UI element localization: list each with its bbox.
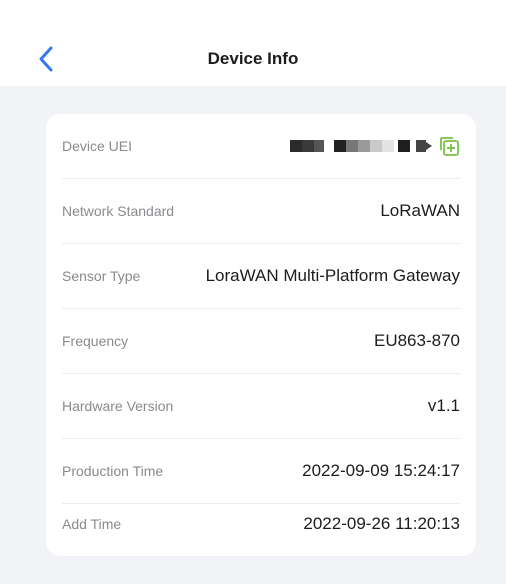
row-device-uei: Device UEI xyxy=(62,114,460,178)
add-time-value: 2022-09-26 11:20:13 xyxy=(303,514,460,533)
page-title: Device Info xyxy=(207,49,299,68)
device-uei-label: Device UEI xyxy=(62,138,133,154)
sensor-type-label: Sensor Type xyxy=(62,268,141,284)
frequency-label: Frequency xyxy=(62,333,129,349)
row-frequency: Frequency EU863-870 xyxy=(62,309,460,373)
frequency-value: EU863-870 xyxy=(373,331,460,350)
row-sensor-type: Sensor Type LoraWAN Multi-Platform Gatew… xyxy=(62,244,460,308)
device-uei-value-masked xyxy=(290,138,432,154)
copy-icon[interactable] xyxy=(438,135,460,157)
content-area: Device UEI Network Standard LoRaWAN Sens… xyxy=(0,86,506,584)
nav-header: Device Info xyxy=(0,0,506,86)
production-time-label: Production Time xyxy=(62,463,164,479)
hardware-version-label: Hardware Version xyxy=(62,398,174,414)
network-standard-label: Network Standard xyxy=(62,203,175,219)
add-time-label: Add Time xyxy=(62,516,122,532)
network-standard-value: LoRaWAN xyxy=(380,201,460,220)
sensor-type-value: LoraWAN Multi-Platform Gateway xyxy=(205,266,460,285)
row-hardware-version: Hardware Version v1.1 xyxy=(62,374,460,438)
device-info-card: Device UEI Network Standard LoRaWAN Sens… xyxy=(46,114,476,556)
hardware-version-value: v1.1 xyxy=(427,396,460,415)
row-network-standard: Network Standard LoRaWAN xyxy=(62,179,460,243)
row-add-time: Add Time 2022-09-26 11:20:13 xyxy=(62,492,460,556)
production-time-value: 2022-09-09 15:24:17 xyxy=(302,461,460,480)
